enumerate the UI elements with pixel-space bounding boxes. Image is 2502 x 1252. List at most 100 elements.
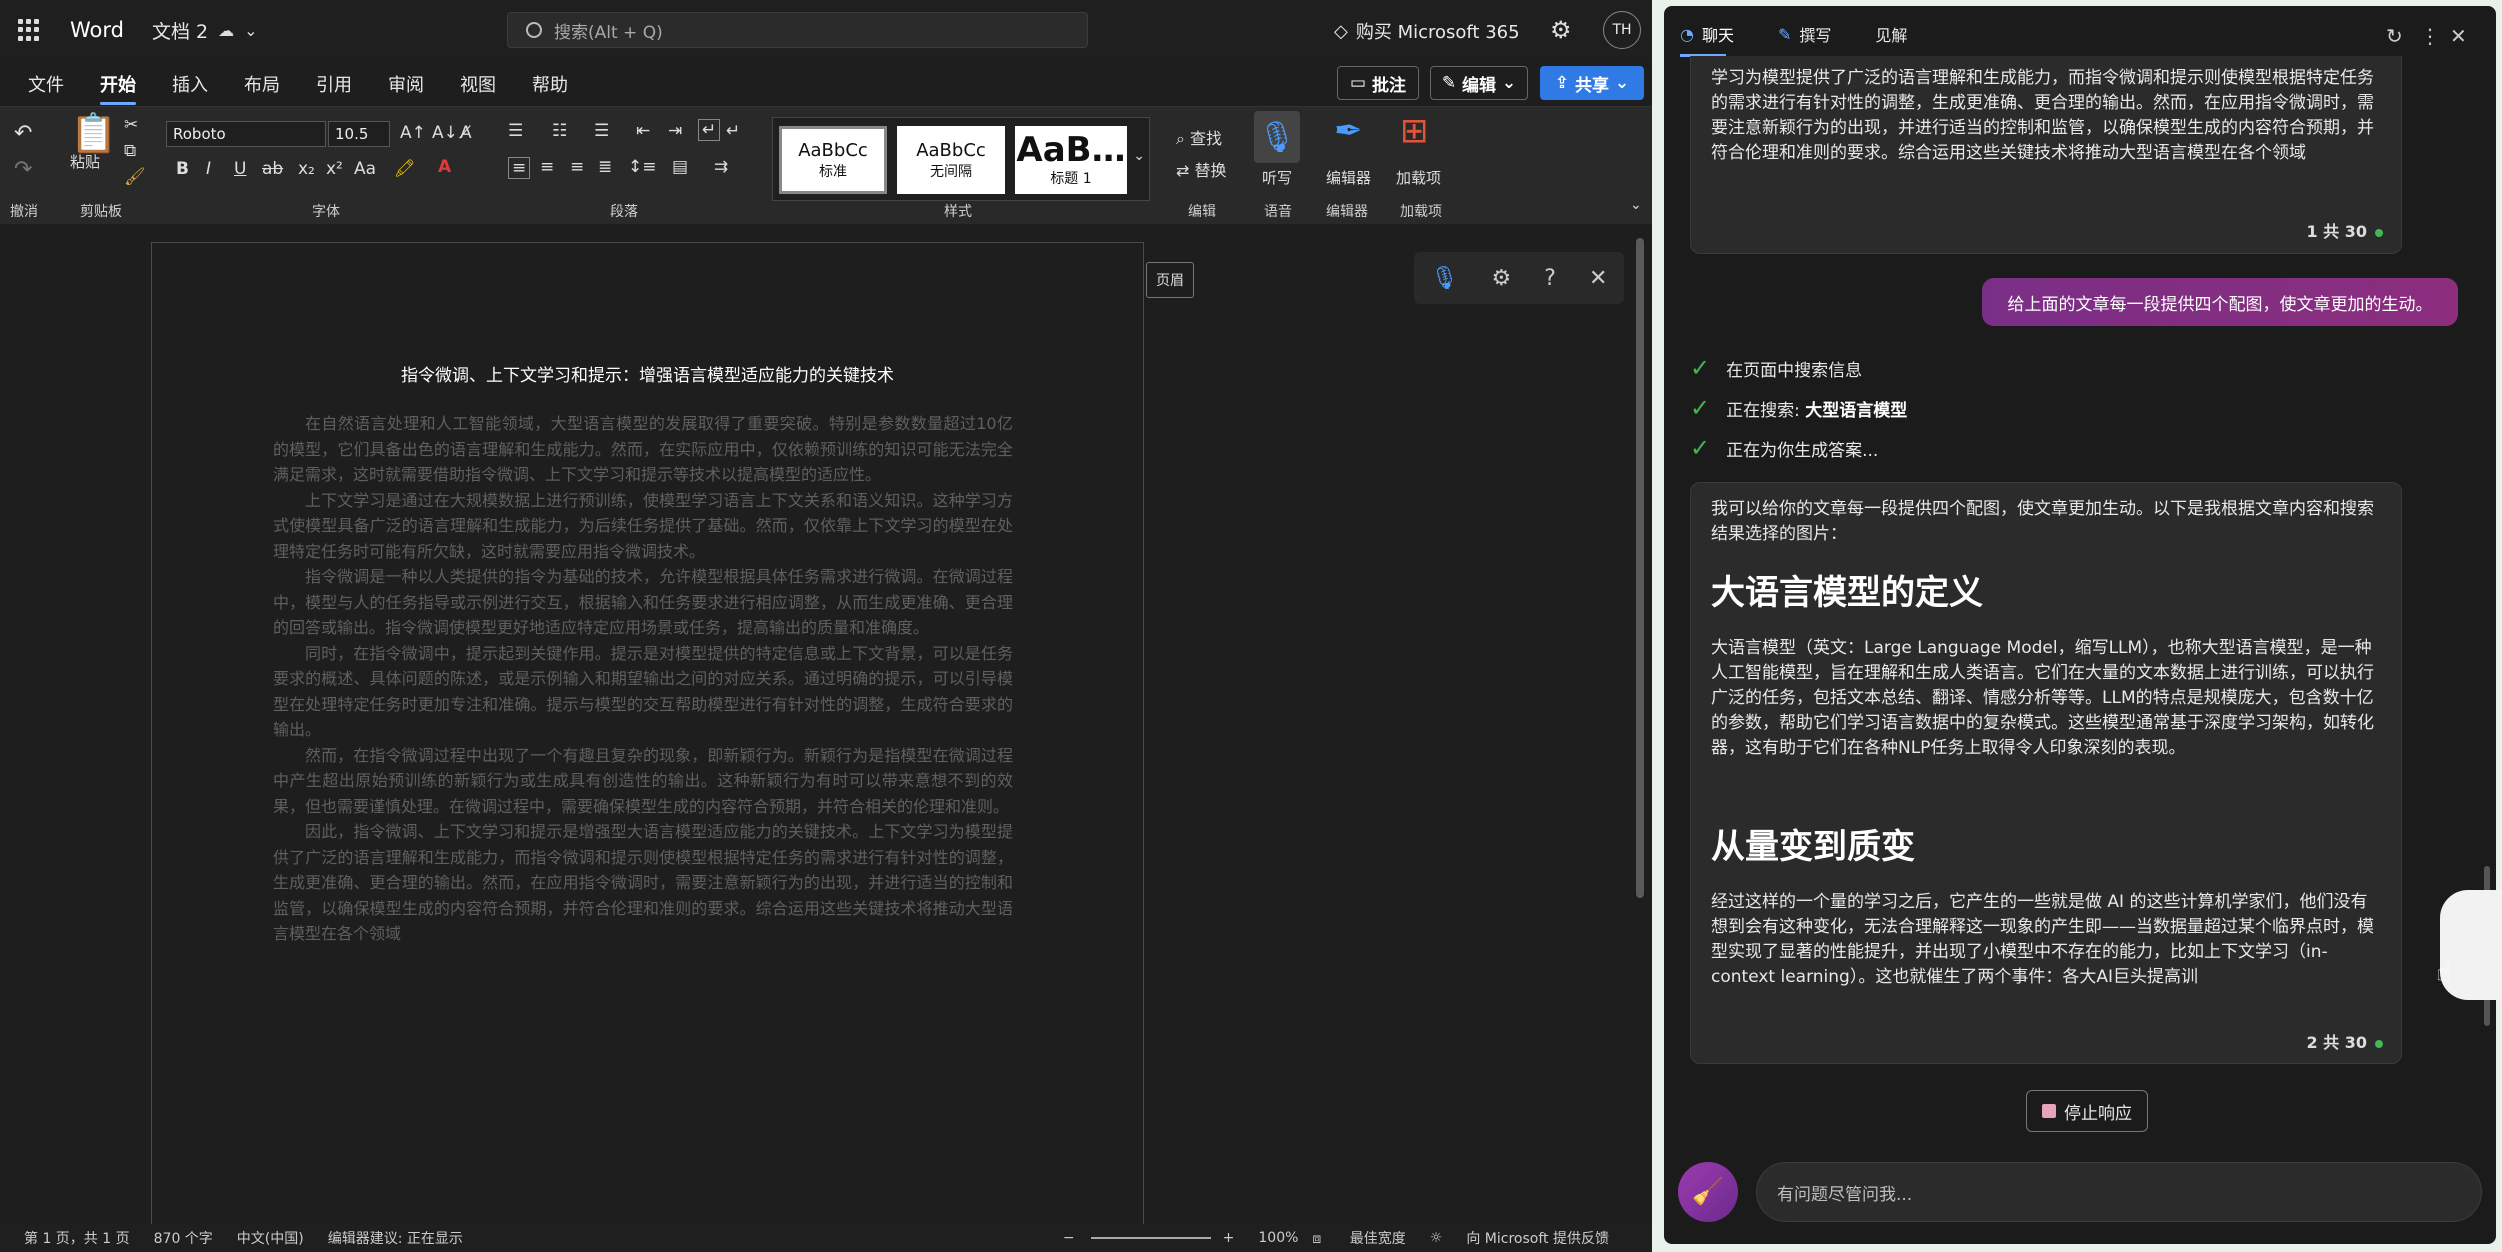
gear-icon[interactable]: ⚙ [1492, 266, 1512, 291]
format-painter-icon[interactable]: 🖌 [124, 167, 146, 187]
tab-references[interactable]: 引用 [316, 71, 352, 97]
share-button[interactable]: ⇪ 共享 ⌄ [1540, 66, 1644, 100]
search-input[interactable]: 搜索(Alt + Q) [507, 12, 1088, 48]
ribbon: ↶ ↷ 撤消 📋 粘贴 ✂ ⧉ 🖌 剪贴板 Roboto 10.5 A↑ A↓ … [0, 106, 1652, 224]
paragraph-mark-icon[interactable]: ↵ [698, 119, 721, 141]
style-no-spacing[interactable]: AaBbCc 无间隔 [897, 126, 1005, 194]
close-icon[interactable]: ✕ [2450, 24, 2467, 48]
fit-width-button[interactable]: ⧈ 最佳宽度 [1312, 1228, 1405, 1248]
tab-chat[interactable]: ◔ 聊天 [1680, 22, 1734, 46]
document-name[interactable]: 文档 2 [152, 17, 208, 44]
ltr-icon[interactable]: ⇉ [714, 157, 728, 177]
numbering-icon[interactable]: ☷ [552, 121, 567, 141]
gear-icon[interactable]: ⚙ [1550, 16, 1572, 44]
align-center-icon[interactable]: ≡ [540, 157, 554, 177]
editor-suggestions[interactable]: 编辑器建议: 正在显示 [328, 1228, 463, 1248]
font-name-select[interactable]: Roboto [166, 121, 326, 147]
microphone-icon[interactable]: 🎙 [1431, 266, 1459, 291]
font-color-icon[interactable]: A [438, 157, 451, 177]
dictation-toolbar: 🎙 ⚙ ? ✕ [1414, 252, 1624, 304]
shading-icon[interactable]: ▤ [672, 157, 688, 177]
buy-button[interactable]: ◇ 购买 Microsoft 365 [1334, 18, 1520, 44]
app-launcher-icon[interactable] [18, 19, 40, 41]
align-right-icon[interactable]: ≡ [570, 157, 584, 177]
sort-icon[interactable]: ↵ [726, 121, 740, 141]
zoom-level[interactable]: 100% [1258, 1230, 1298, 1246]
zoom-in-icon[interactable]: + [1223, 1230, 1235, 1246]
zoom-out-icon[interactable]: − [1063, 1230, 1075, 1246]
tab-insights[interactable]: 见解 [1875, 22, 1907, 46]
strikethrough-icon[interactable]: ab [262, 159, 283, 179]
highlight-icon[interactable]: 🖍 [394, 159, 416, 179]
paste-icon[interactable]: 📋 [70, 111, 117, 156]
justify-icon[interactable]: ≣ [598, 157, 612, 177]
feedback-link[interactable]: 向 Microsoft 提供反馈 [1466, 1228, 1609, 1248]
subscript-icon[interactable]: x₂ [298, 159, 315, 179]
line-spacing-icon[interactable]: ↕≡ [628, 157, 657, 177]
style-normal[interactable]: AaBbCc 标准 [779, 126, 887, 194]
help-icon[interactable]: ? [1544, 266, 1556, 291]
header-tag[interactable]: 页眉 [1146, 262, 1194, 298]
ask-input[interactable]: 有问题尽管问我... [1756, 1162, 2482, 1222]
close-icon[interactable]: ✕ [1589, 266, 1607, 291]
increase-indent-icon[interactable]: ⇥ [668, 121, 682, 141]
tab-home[interactable]: 开始 [100, 71, 136, 105]
editor-icon[interactable]: ✒ [1334, 111, 1363, 151]
clear-format-icon[interactable]: A̸ [460, 123, 472, 143]
addins-icon[interactable]: ⊞ [1400, 111, 1429, 151]
microphone-icon[interactable]: 🎙 [1254, 111, 1300, 163]
paste-label[interactable]: 粘贴 [70, 151, 100, 172]
find-button[interactable]: ⌕ 查找 [1176, 125, 1222, 149]
stop-responding-button[interactable]: 停止响应 [2026, 1090, 2148, 1132]
message-count: 1 共 30 [2306, 218, 2383, 242]
chevron-down-icon[interactable]: ⌄ [244, 21, 257, 40]
multilevel-list-icon[interactable]: ☰ [594, 121, 609, 141]
cut-icon[interactable]: ✂ [124, 115, 138, 135]
redo-icon[interactable]: ↷ [14, 157, 32, 182]
chevron-down-icon[interactable]: ⌄ [1133, 148, 1145, 164]
addins-label[interactable]: 加载项 [1396, 167, 1441, 188]
grow-font-icon[interactable]: A↑ [400, 123, 426, 143]
underline-icon[interactable]: U [234, 159, 246, 179]
avatar[interactable]: TH [1603, 11, 1641, 49]
style-heading-1[interactable]: AaB… 标题 1 [1015, 126, 1127, 194]
editor-label[interactable]: 编辑器 [1326, 167, 1371, 188]
font-size-select[interactable]: 10.5 [328, 121, 390, 147]
paragraph-group-label: 段落 [610, 204, 638, 220]
bullets-icon[interactable]: ☰ [508, 121, 523, 141]
tab-file[interactable]: 文件 [28, 71, 64, 97]
document-body[interactable]: 在自然语言处理和人工智能领域，大型语言模型的发展取得了重要突破。特别是参数数量超… [273, 411, 1013, 947]
vertical-scrollbar[interactable] [1636, 238, 1644, 898]
replace-button[interactable]: ⇄ 替换 [1176, 157, 1227, 181]
answer-card-1: 学习为模型提供了广泛的语言理解和生成能力，而指令微调和提示则使模型根据特定任务的… [1690, 56, 2402, 254]
dictate-label[interactable]: 听写 [1262, 167, 1292, 188]
more-icon[interactable]: ⋮ [2420, 24, 2440, 48]
italic-icon[interactable]: I [206, 159, 211, 179]
app-name[interactable]: Word [70, 18, 124, 42]
collapse-ribbon-icon[interactable]: ⌄ [1630, 197, 1642, 213]
change-case-icon[interactable]: Aa [354, 159, 376, 179]
document-page[interactable]: 指令微调、上下文学习和提示：增强语言模型适应能力的关键技术 在自然语言处理和人工… [151, 242, 1144, 1242]
tab-review[interactable]: 审阅 [388, 71, 424, 97]
zoom-slider[interactable] [1090, 1237, 1211, 1239]
superscript-icon[interactable]: x² [326, 159, 343, 179]
status-bar: 第 1 页，共 1 页 870 个字 中文(中国) 编辑器建议: 正在显示 − … [0, 1224, 1652, 1252]
word-count[interactable]: 870 个字 [154, 1228, 213, 1248]
align-left-icon[interactable]: ≡ [508, 157, 531, 179]
brightness-icon[interactable]: ☼ [1430, 1230, 1443, 1246]
undo-icon[interactable]: ↶ [14, 121, 32, 146]
tab-help[interactable]: 帮助 [532, 71, 568, 97]
tab-compose[interactable]: ✎ 撰写 [1778, 22, 1831, 46]
tab-insert[interactable]: 插入 [172, 71, 208, 97]
refresh-icon[interactable]: ↻ [2386, 24, 2403, 48]
decrease-indent-icon[interactable]: ⇤ [636, 121, 650, 141]
edit-mode-button[interactable]: ✎ 编辑 ⌄ [1430, 66, 1528, 100]
bold-icon[interactable]: B [176, 159, 189, 179]
tab-layout[interactable]: 布局 [244, 71, 280, 97]
comment-button[interactable]: ▭ 批注 [1337, 66, 1419, 100]
shrink-font-icon[interactable]: A↓ [432, 123, 458, 143]
copy-icon[interactable]: ⧉ [124, 141, 136, 161]
tab-view[interactable]: 视图 [460, 71, 496, 97]
language[interactable]: 中文(中国) [237, 1228, 304, 1248]
new-topic-broom-icon[interactable]: 🧹 [1678, 1162, 1738, 1222]
